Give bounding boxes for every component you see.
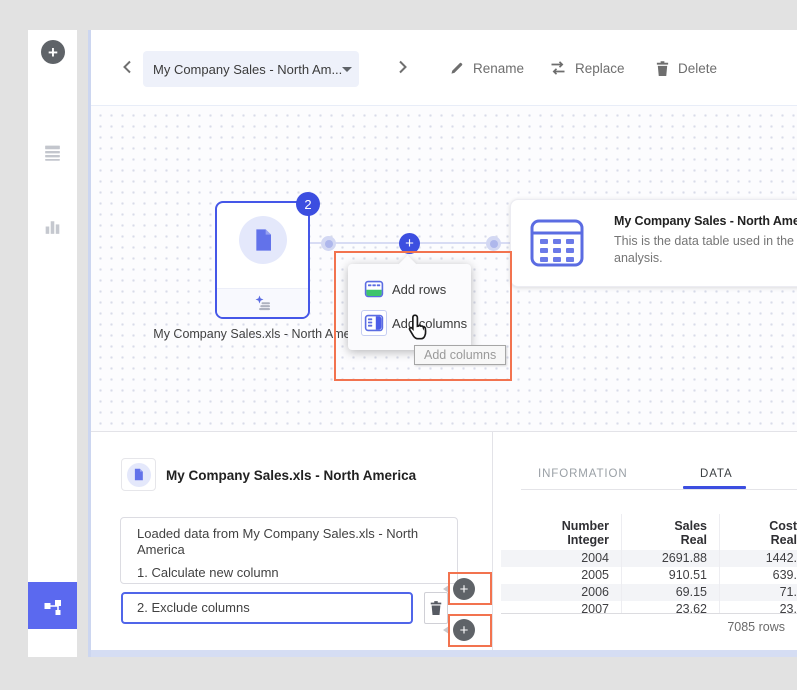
bar-chart-icon[interactable] [42,216,63,237]
connection-point-right[interactable] [486,236,501,251]
data-preview-panel: INFORMATION DATA Number Sales Cost Integ… [493,432,797,651]
document-icon [251,228,275,252]
source-file-icon-box [121,458,156,491]
data-table-card[interactable]: My Company Sales - North America This is… [510,199,797,287]
step-1-label: 1. Calculate new column [137,565,441,581]
transformations-strip [217,288,308,317]
document-icon [132,468,145,481]
canvas-toolbar: My Company Sales - North Am... Rename Re… [91,30,797,105]
step-2-label: 2. Exclude columns [137,600,250,615]
connection-point-left[interactable] [321,236,336,251]
column-type: Real [719,533,797,550]
data-preview-table: Number Sales Cost Integer Real Real 2004… [501,514,797,614]
replace-label: Replace [575,61,625,76]
table-row: 2005 910.51 639. [501,567,797,584]
cell: 23.62 [621,601,719,614]
source-file-circle [239,216,287,264]
cell: 639. [719,567,797,584]
add-columns-tooltip: Add columns [414,345,506,365]
left-nav-rail: + [28,30,77,657]
column-header: Sales [621,514,719,533]
canvas-bottom-edge [91,650,797,657]
data-cleaning-icon [254,295,272,312]
data-table-title: My Company Sales - North America [614,214,797,228]
tab-data[interactable]: DATA [700,468,733,480]
files-list-icon[interactable] [42,142,63,163]
replace-button[interactable]: Replace [549,56,625,80]
insert-marker-arrow [443,626,449,634]
trash-icon [655,60,670,77]
cell: 2005 [501,567,621,584]
cell: 69.15 [621,584,719,601]
cell: 23. [719,601,797,614]
add-columns-icon [364,313,384,333]
add-rows-label: Add rows [392,282,446,297]
trash-icon [429,600,443,616]
tab-information[interactable]: INFORMATION [538,468,628,480]
insert-step-button-1[interactable]: + [453,578,475,600]
cell: 2006 [501,584,621,601]
dataset-selector-dropdown[interactable]: My Company Sales - North Am... [143,51,359,87]
tab-divider-line [521,489,797,490]
bottom-detail-area: My Company Sales.xls - North America Loa… [91,431,797,650]
add-rows-icon [364,279,384,299]
cell: 71. [719,584,797,601]
table-row: 2004 2691.88 1442. [501,550,797,567]
source-node-label: My Company Sales.xls - North America [153,327,370,341]
data-table-description: This is the data table used in the analy… [614,233,797,267]
delete-step-button[interactable] [424,592,448,624]
pencil-icon [449,60,465,76]
column-type: Integer [501,533,621,550]
next-dataset-icon[interactable] [393,58,411,76]
cell: 2691.88 [621,550,719,567]
loaded-data-text: Loaded data from My Company Sales.xls - … [137,526,441,558]
hand-cursor-icon [405,313,432,344]
data-canvas-nav-active[interactable] [28,582,77,629]
menu-item-add-rows[interactable]: Add rows [348,272,471,306]
add-icon[interactable]: + [41,40,65,64]
cell: 2004 [501,550,621,567]
swap-arrows-icon [549,60,567,76]
data-table-icon [529,215,585,271]
data-canvas[interactable]: + 2 My Company Sales. [91,105,797,431]
table-row: 2006 69.15 71. [501,584,797,601]
source-panel-title: My Company Sales.xls - North America [166,468,416,483]
column-header: Cost [719,514,797,533]
column-type-row: Integer Real Real [501,533,797,550]
loaded-data-step-card[interactable]: Loaded data from My Company Sales.xls - … [120,517,458,584]
delete-label: Delete [678,61,717,76]
flowchart-icon [42,595,64,617]
column-name-row: Number Sales Cost [501,514,797,533]
row-count-label: 7085 rows [727,620,785,634]
previous-dataset-icon[interactable] [119,58,137,76]
rename-label: Rename [473,61,524,76]
transformation-count-badge: 2 [296,192,320,216]
cell: 1442. [719,550,797,567]
step-2-card[interactable]: 2. Exclude columns [121,592,413,624]
source-file-node[interactable]: 2 [215,201,310,319]
source-steps-panel: My Company Sales.xls - North America Loa… [91,432,493,651]
table-row: 2007 23.62 23. [501,601,797,614]
add-transformation-button[interactable]: + [399,233,420,254]
column-type: Real [621,533,719,550]
cell: 2007 [501,601,621,614]
table-body: 2004 2691.88 1442. 2005 910.51 639. 2006… [501,550,797,614]
rename-button[interactable]: Rename [449,56,524,80]
data-canvas-page: My Company Sales - North Am... Rename Re… [88,30,797,657]
cell: 910.51 [621,567,719,584]
menu-notch [398,255,416,273]
dataset-selector-label: My Company Sales - North Am... [153,62,342,77]
chevron-down-icon [342,67,352,72]
delete-button[interactable]: Delete [655,56,717,80]
column-header: Number [501,514,621,533]
insert-marker-arrow [443,585,449,593]
insert-step-button-2[interactable]: + [453,619,475,641]
